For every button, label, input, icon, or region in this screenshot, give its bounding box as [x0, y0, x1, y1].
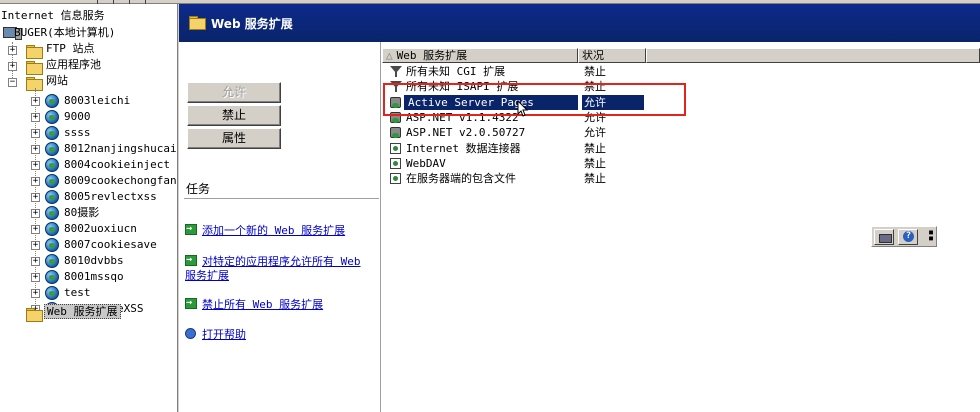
tree-node-site[interactable]: 8001mssqo: [64, 269, 124, 285]
console-tree[interactable]: Internet 信息服务 BUGER(本地计算机) + FTP 站点 + 应用…: [0, 4, 178, 412]
globe-icon: [45, 142, 59, 156]
list-item[interactable]: ASP.NET v2.0.50727 允许: [382, 125, 980, 140]
arrow-right-icon: [185, 253, 197, 267]
tree-node-app-pools[interactable]: 应用程序池: [46, 57, 101, 73]
globe-icon: [45, 286, 59, 300]
arrow-right-icon: [185, 222, 197, 236]
tree-node-site[interactable]: 8002uoxiucn: [64, 221, 137, 237]
task-add-new-extension[interactable]: 添加一个新的 Web 服务扩展: [185, 222, 375, 238]
expand-plus-icon[interactable]: +: [31, 209, 40, 218]
divider: [184, 198, 379, 199]
help-icon[interactable]: [898, 229, 918, 245]
collapse-minus-icon[interactable]: −: [8, 78, 17, 87]
globe-icon: [45, 174, 59, 188]
mouse-cursor-icon: [517, 100, 529, 117]
tree-node-site[interactable]: 80摄影: [64, 205, 99, 221]
expand-plus-icon[interactable]: +: [31, 289, 40, 298]
allow-button[interactable]: 允许: [187, 82, 281, 103]
tree-node-site[interactable]: 8009cookechongfang: [64, 173, 177, 189]
tree-node-site[interactable]: 8005revlectxss: [64, 189, 157, 205]
more-icon[interactable]: ▪ ▪: [928, 228, 934, 244]
details-pane: Web 服务扩展 允许 禁止 属性 任务 添加一个新的 Web 服务扩展 对特定…: [179, 4, 980, 412]
folder-icon: [26, 45, 43, 59]
globe-icon: [45, 94, 59, 108]
folder-icon: [26, 308, 43, 322]
tree-node-websites[interactable]: 网站: [46, 73, 68, 89]
globe-icon: [45, 110, 59, 124]
folder-icon: [189, 16, 206, 30]
folder-icon: [26, 61, 43, 75]
expand-plus-icon[interactable]: +: [8, 62, 17, 71]
prohibit-button[interactable]: 禁止: [187, 105, 281, 126]
task-allow-all-for-app[interactable]: 对特定的应用程序允许所有 Web 服务扩展: [185, 253, 375, 283]
tree-node-site[interactable]: 9000: [64, 109, 91, 125]
globe-icon: [45, 222, 59, 236]
globe-icon: [45, 190, 59, 204]
task-panel: 允许 禁止 属性 任务 添加一个新的 Web 服务扩展 对特定的应用程序允许所有…: [179, 42, 381, 412]
mini-toolbar: ▪▪: [871, 226, 937, 247]
expand-plus-icon[interactable]: +: [31, 241, 40, 250]
tree-node-site[interactable]: test: [64, 285, 91, 301]
list-item[interactable]: Internet 数据连接器 禁止: [382, 141, 980, 156]
tree-node-site[interactable]: ssss: [64, 125, 91, 141]
globe-icon: [45, 158, 59, 172]
globe-icon: [45, 270, 59, 284]
expand-plus-icon[interactable]: +: [31, 161, 40, 170]
globe-icon: [45, 254, 59, 268]
list-header: △ Web 服务扩展 状况: [382, 48, 980, 63]
tree-node-site[interactable]: 8007cookiesave: [64, 237, 157, 253]
globe-icon: [45, 206, 59, 220]
list-item[interactable]: WebDAV 禁止: [382, 156, 980, 171]
task-prohibit-all[interactable]: 禁止所有 Web 服务扩展: [185, 296, 375, 312]
column-header-filler: [646, 48, 980, 63]
expand-plus-icon[interactable]: +: [31, 97, 40, 106]
doc-icon: [390, 173, 401, 185]
globe-icon: [45, 238, 59, 252]
expand-plus-icon[interactable]: +: [8, 46, 17, 55]
task-open-help[interactable]: 打开帮助: [185, 328, 375, 342]
page-title: Web 服务扩展: [211, 17, 293, 31]
list-item[interactable]: 在服务器端的包含文件 禁止: [382, 171, 980, 186]
expand-plus-icon[interactable]: +: [31, 257, 40, 266]
tree-node-site[interactable]: 8004cookieinject: [64, 157, 170, 173]
list-item[interactable]: 所有未知 CGI 扩展 禁止: [382, 64, 980, 79]
sort-up-icon: △: [386, 49, 393, 62]
expand-plus-icon[interactable]: +: [31, 177, 40, 186]
doc-icon: [390, 157, 401, 169]
tree-node-web-service-extensions[interactable]: Web 服务扩展: [44, 304, 121, 320]
properties-button[interactable]: 属性: [187, 128, 281, 149]
tree-node-ftp[interactable]: FTP 站点: [46, 41, 95, 57]
expand-plus-icon[interactable]: +: [31, 145, 40, 154]
globe-icon: [45, 126, 59, 140]
print-icon[interactable]: [874, 229, 894, 245]
tree-node-computer[interactable]: BUGER(本地计算机): [14, 25, 115, 41]
doc-icon: [390, 142, 401, 154]
tree-root-iis[interactable]: Internet 信息服务: [1, 8, 105, 24]
help-icon: [185, 328, 196, 339]
gear-icon: [390, 127, 401, 139]
folder-open-icon: [26, 77, 43, 91]
pane-title-bar: Web 服务扩展: [179, 4, 980, 42]
column-header-name[interactable]: △ Web 服务扩展: [382, 48, 578, 63]
expand-plus-icon[interactable]: +: [31, 273, 40, 282]
arrow-right-icon: [185, 296, 197, 310]
tasks-header: 任务: [186, 182, 211, 196]
expand-plus-icon[interactable]: +: [31, 113, 40, 122]
highlight-annotation-box: [383, 83, 686, 116]
tree-node-site[interactable]: 8003leichi: [64, 93, 130, 109]
tree-node-site[interactable]: 8012nanjingshucai: [64, 141, 177, 157]
expand-plus-icon[interactable]: +: [31, 225, 40, 234]
expand-plus-icon[interactable]: +: [31, 193, 40, 202]
column-header-status[interactable]: 状况: [578, 48, 646, 63]
expand-plus-icon[interactable]: +: [31, 129, 40, 138]
tree-node-site[interactable]: 8010dvbbs: [64, 253, 124, 269]
filter-icon: [390, 66, 402, 77]
